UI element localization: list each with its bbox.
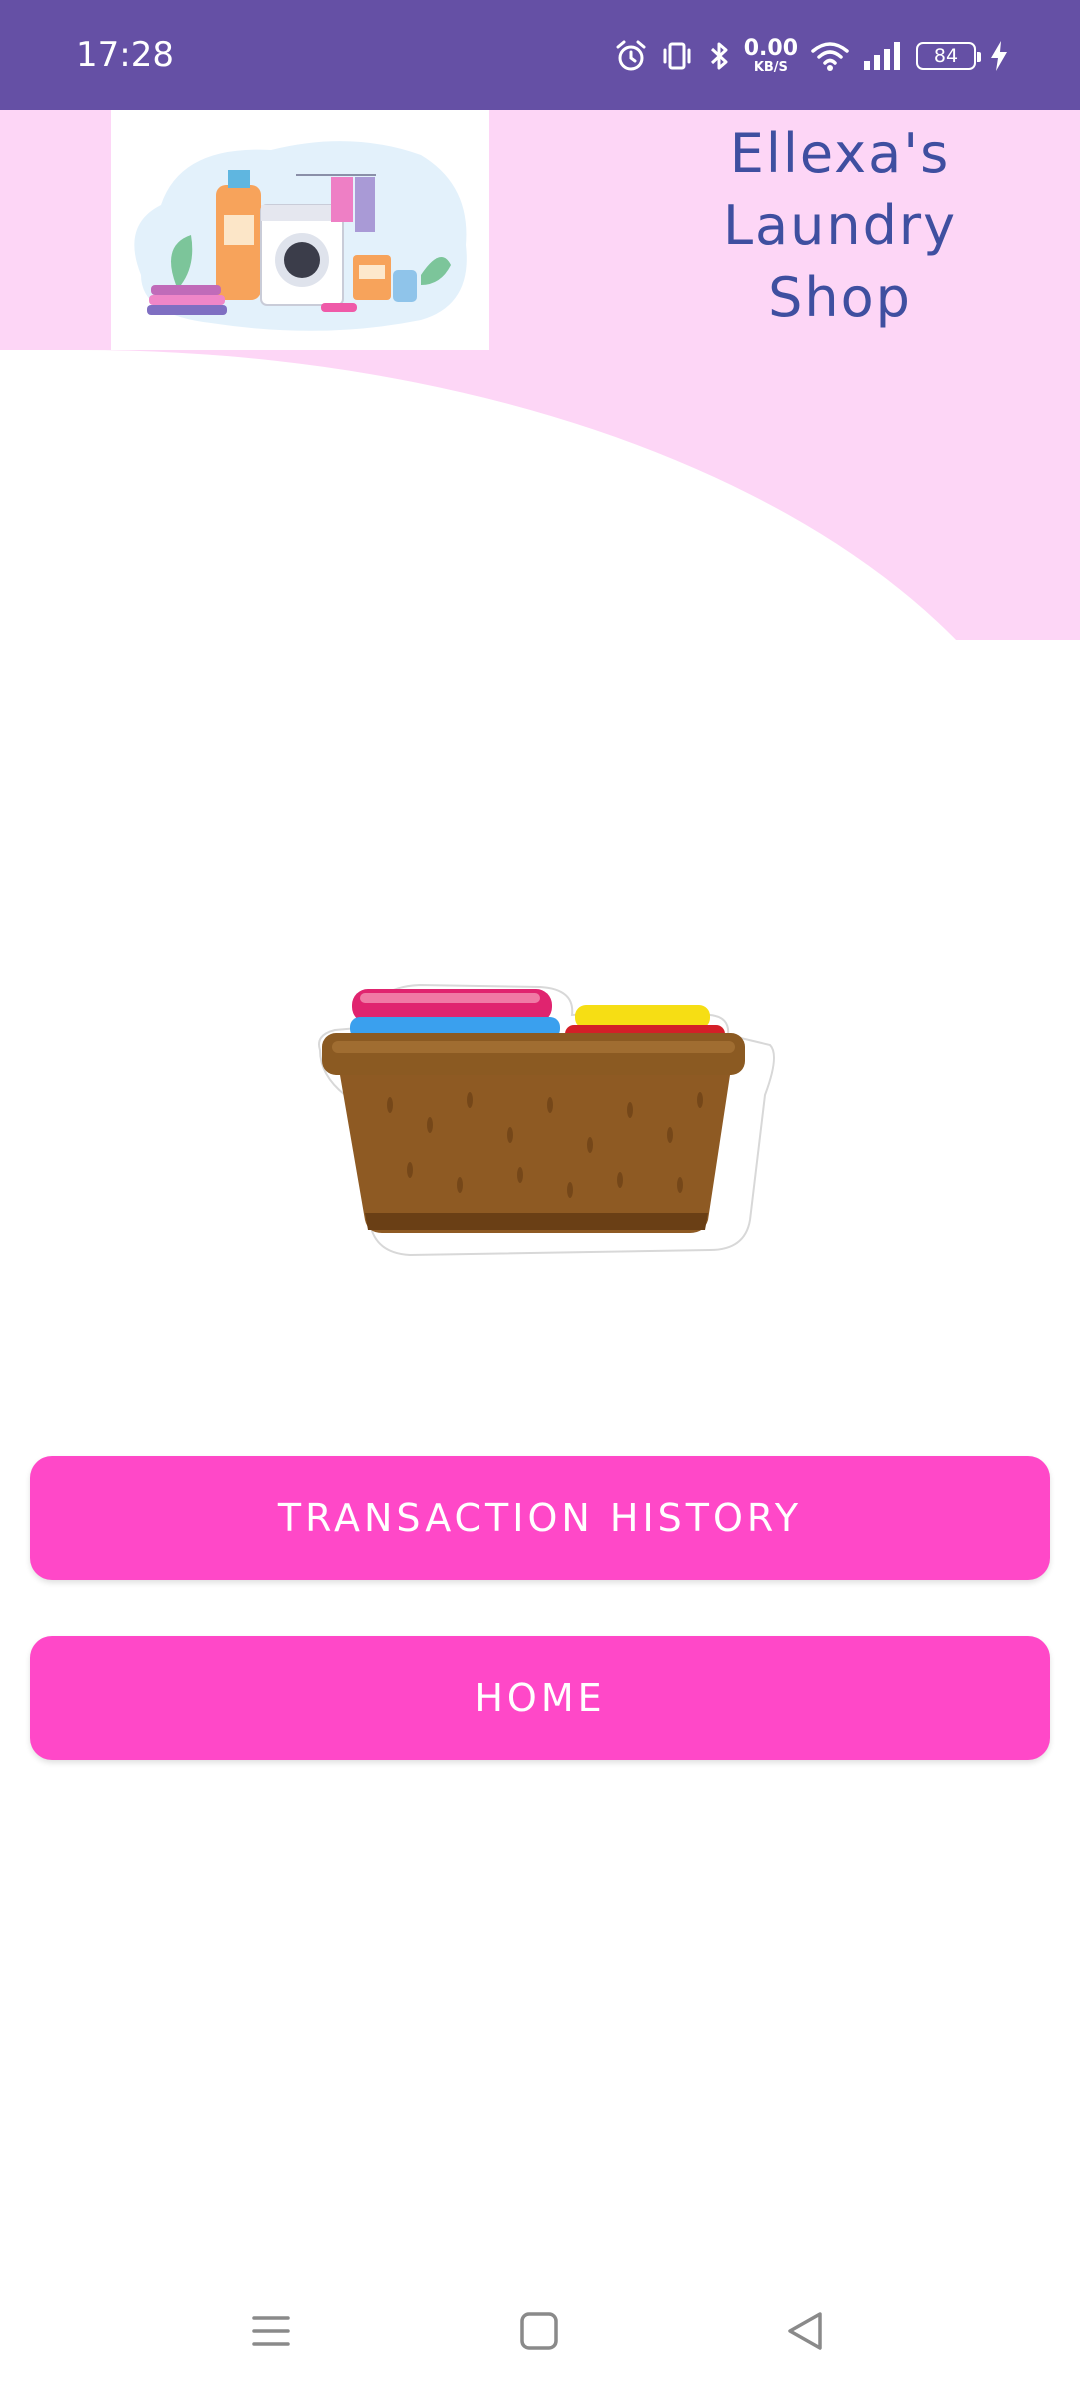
laundry-logo-illustration [111,110,489,350]
net-speed-unit: KB/S [753,60,788,75]
shop-title: Ellexa's Laundry Shop [640,118,1040,334]
net-speed: 0.00 KB/S [743,36,798,75]
home-square-icon[interactable] [518,2310,560,2356]
wifi-icon [810,39,850,73]
charging-icon [988,39,1010,73]
home-button[interactable]: HOME [30,1636,1050,1760]
status-time: 17:28 [76,35,174,75]
header-curve [0,350,1080,640]
vibrate-icon [660,39,694,73]
battery-icon: 84 [916,42,981,70]
status-bar: 17:28 0.00 KB/S 84 [0,0,1080,110]
alarm-icon [614,39,648,73]
system-nav-bar [0,2270,1080,2400]
transaction-history-button[interactable]: TRANSACTION HISTORY [30,1456,1050,1580]
battery-level: 84 [933,45,959,67]
signal-icon [862,39,904,73]
laundry-basket-illustration [310,975,780,1269]
status-icons: 0.00 KB/S 84 [614,34,1010,78]
shop-title-line-2: Laundry [722,194,958,257]
bluetooth-icon [706,39,732,73]
shop-title-line-1: Ellexa's [729,122,951,185]
back-triangle-icon[interactable] [784,2310,826,2356]
net-speed-value: 0.00 [743,36,798,61]
shop-title-line-3: Shop [768,266,912,329]
menu-icon[interactable] [250,2310,292,2356]
